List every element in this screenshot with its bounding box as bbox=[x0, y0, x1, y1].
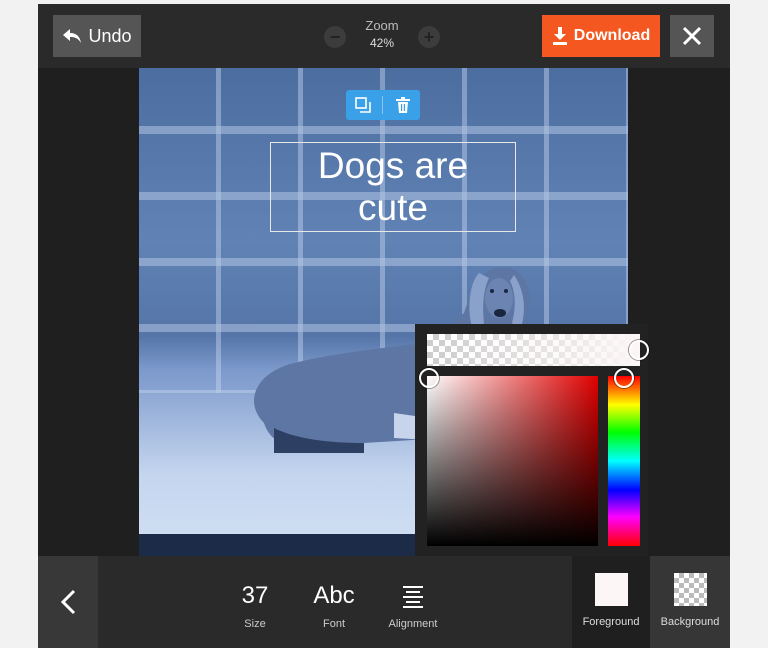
duplicate-icon bbox=[355, 97, 371, 113]
font-tool[interactable]: Abc Font bbox=[306, 556, 362, 648]
font-preview: Abc bbox=[313, 582, 355, 609]
top-bar: Undo − Zoom 42% + Download bbox=[38, 4, 730, 68]
download-button[interactable]: Download bbox=[542, 15, 660, 57]
trash-icon bbox=[395, 97, 410, 113]
alpha-handle[interactable] bbox=[629, 340, 649, 360]
download-icon bbox=[552, 27, 567, 45]
foreground-label: Foreground bbox=[582, 616, 640, 628]
undo-label: Undo bbox=[88, 25, 132, 46]
download-label: Download bbox=[573, 27, 651, 44]
align-center-icon bbox=[403, 586, 423, 608]
delete-button[interactable] bbox=[388, 92, 418, 118]
hue-slider[interactable] bbox=[608, 376, 640, 546]
foreground-swatch bbox=[594, 573, 628, 606]
hue-handle[interactable] bbox=[614, 368, 634, 388]
zoom-control: − Zoom 42% + bbox=[320, 14, 444, 54]
saturation-value-area[interactable] bbox=[427, 376, 598, 546]
editor-app: Undo − Zoom 42% + Download Dogs are cute… bbox=[38, 4, 730, 648]
close-icon bbox=[682, 26, 702, 46]
background-color-button[interactable]: Background bbox=[650, 556, 730, 648]
size-value: 37 bbox=[241, 582, 269, 609]
close-button[interactable] bbox=[670, 15, 714, 57]
element-toolbar bbox=[346, 90, 420, 120]
saturation-value-handle[interactable] bbox=[419, 368, 439, 388]
background-label: Background bbox=[660, 616, 720, 628]
undo-icon bbox=[63, 29, 82, 43]
text-element[interactable]: Dogs are cute bbox=[270, 142, 516, 232]
chevron-left-icon bbox=[60, 589, 76, 615]
color-picker bbox=[415, 324, 649, 556]
undo-button[interactable]: Undo bbox=[53, 15, 141, 57]
alignment-label: Alignment bbox=[388, 618, 438, 630]
toolbar-divider bbox=[382, 96, 384, 114]
duplicate-button[interactable] bbox=[348, 92, 378, 118]
foreground-color-button[interactable]: Foreground bbox=[572, 556, 650, 648]
size-label: Size bbox=[244, 618, 266, 630]
font-label: Font bbox=[322, 618, 345, 630]
back-button[interactable] bbox=[38, 556, 98, 648]
zoom-in-button[interactable]: + bbox=[418, 26, 440, 48]
alignment-tool[interactable]: Alignment bbox=[384, 556, 442, 648]
size-tool[interactable]: 37 Size bbox=[228, 556, 282, 648]
alpha-slider[interactable] bbox=[427, 334, 640, 366]
background-swatch bbox=[673, 573, 707, 606]
bottom-toolbar: 37 Size Abc Font Alignment Foreground Ba… bbox=[38, 556, 730, 648]
